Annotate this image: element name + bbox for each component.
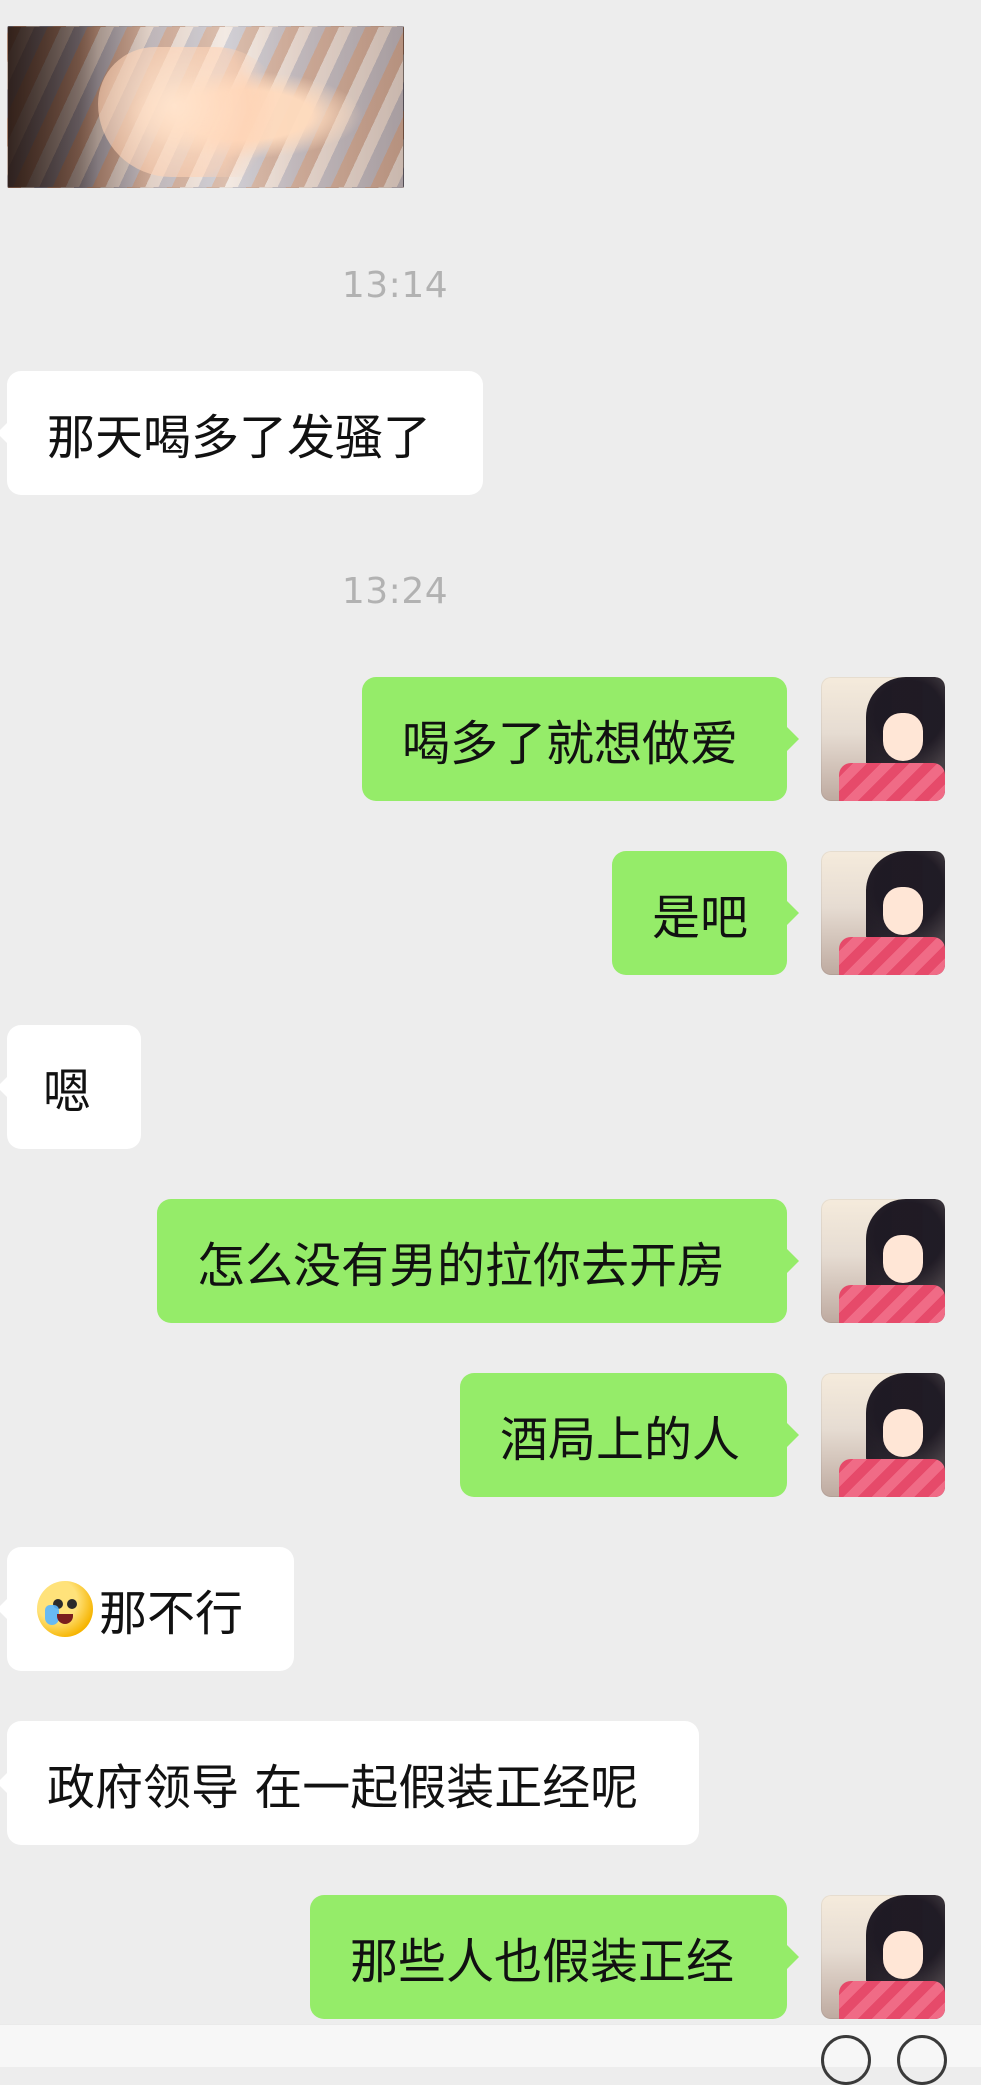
incoming-message-bubble[interactable]: 政府领导 在一起假装正经呢 — [7, 1721, 699, 1845]
outgoing-message-bubble[interactable]: 那些人也假装正经 — [310, 1895, 787, 2019]
message-row: 政府领导 在一起假装正经呢 — [0, 1721, 981, 1845]
message-text: 喝多了就想做爱 — [402, 716, 739, 772]
incoming-message-bubble[interactable]: 那不行 — [7, 1547, 294, 1671]
message-text: 嗯 — [43, 1064, 92, 1120]
incoming-message-bubble[interactable]: 那天喝多了发骚了 — [7, 371, 483, 495]
mouth-shape — [57, 1614, 73, 1624]
avatar-face — [883, 887, 923, 935]
message-row: 喝多了就想做爱 — [0, 677, 981, 801]
outgoing-message-bubble[interactable]: 酒局上的人 — [460, 1373, 787, 1497]
avatar-face — [883, 1409, 923, 1457]
avatar-shirt — [839, 763, 945, 801]
avatar-shirt — [839, 1459, 945, 1497]
avatar-shirt — [839, 937, 945, 975]
image-message[interactable] — [7, 26, 404, 188]
message-row: 怎么没有男的拉你去开房 — [0, 1199, 981, 1323]
avatar[interactable] — [821, 1895, 945, 2019]
message-text: 怎么没有男的拉你去开房 — [197, 1238, 726, 1294]
message-text: 政府领导 在一起假装正经呢 — [47, 1760, 639, 1816]
message-text: 那不行 — [99, 1586, 244, 1642]
avatar-face — [883, 1235, 923, 1283]
avatar-face — [883, 1931, 923, 1979]
message-text: 是吧 — [652, 890, 749, 946]
chat-screen: 13:14 那天喝多了发骚了 13:24 喝多了就想做爱 是吧 嗯 怎么没有男的… — [0, 0, 981, 2085]
outgoing-message-bubble[interactable]: 喝多了就想做爱 — [362, 677, 787, 801]
incoming-message-bubble[interactable]: 嗯 — [7, 1025, 141, 1149]
avatar-face — [883, 713, 923, 761]
avatar[interactable] — [821, 677, 945, 801]
message-row: 酒局上的人 — [0, 1373, 981, 1497]
message-text: 酒局上的人 — [500, 1412, 741, 1468]
image-content — [8, 27, 98, 187]
message-row: 那天喝多了发骚了 — [0, 371, 981, 495]
avatar[interactable] — [821, 851, 945, 975]
timestamp: 13:24 — [341, 571, 449, 612]
bottom-input-bar — [0, 2024, 981, 2085]
avatar-shirt — [839, 1285, 945, 1323]
message-text: 那些人也假装正经 — [350, 1934, 735, 1990]
avatar-shirt — [839, 1981, 945, 2019]
circle-icon[interactable] — [897, 2035, 947, 2085]
message-text: 那天喝多了发骚了 — [47, 410, 432, 466]
message-row: 那不行 — [0, 1547, 981, 1671]
crying-laughing-emoji-icon — [37, 1581, 93, 1637]
avatar[interactable] — [821, 1199, 945, 1323]
timestamp: 13:14 — [341, 265, 449, 306]
outgoing-message-bubble[interactable]: 是吧 — [612, 851, 787, 975]
image-content — [98, 47, 288, 177]
outgoing-message-bubble[interactable]: 怎么没有男的拉你去开房 — [157, 1199, 787, 1323]
message-row: 那些人也假装正经 — [0, 1895, 981, 2019]
message-row: 嗯 — [0, 1025, 981, 1149]
circle-icon[interactable] — [821, 2035, 871, 2085]
avatar[interactable] — [821, 1373, 945, 1497]
message-row: 是吧 — [0, 851, 981, 975]
